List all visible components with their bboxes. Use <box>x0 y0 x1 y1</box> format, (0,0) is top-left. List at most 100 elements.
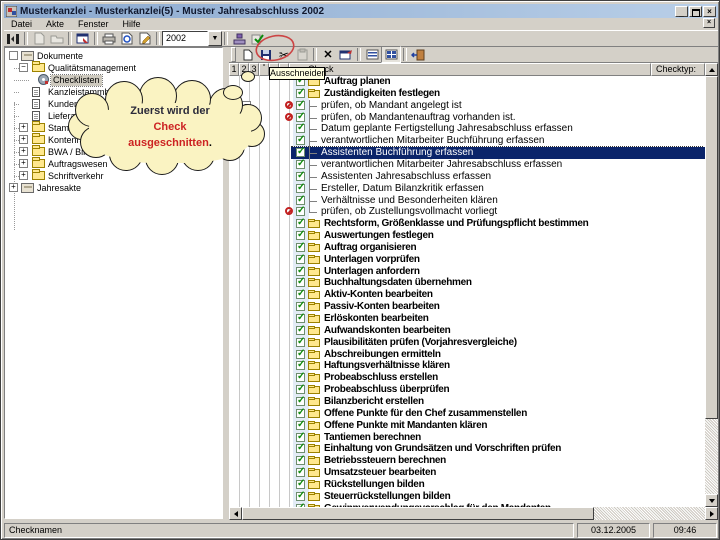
tree-item-label[interactable]: Checklisten <box>50 73 103 87</box>
checkbox-checked-icon[interactable] <box>296 134 305 146</box>
checkbox-checked-icon[interactable] <box>296 182 305 194</box>
tree-item-label[interactable]: Dokumente <box>35 51 85 62</box>
view-list-icon[interactable] <box>363 47 381 62</box>
checklist-row-label[interactable]: Einhaltung von Grundsätzen und Vorschrif… <box>324 443 561 455</box>
tree-item-label[interactable]: Jahresakte <box>35 183 83 194</box>
scroll-up-icon[interactable] <box>705 63 718 76</box>
checkbox-checked-icon[interactable] <box>296 217 305 229</box>
delete-x-icon[interactable]: ✕ <box>319 47 337 62</box>
tree-item-label[interactable]: Qualitätsmanagement <box>46 63 138 74</box>
checkbox-checked-icon[interactable] <box>296 265 305 277</box>
checklist-row-label[interactable]: Umsatzsteuer bearbeiten <box>324 467 436 479</box>
apply-check-icon[interactable] <box>248 31 266 46</box>
checkbox-checked-icon[interactable] <box>296 276 305 288</box>
cut-icon[interactable]: ✂ <box>275 47 293 62</box>
checklist-row-label[interactable]: Zuständigkeiten festlegen <box>324 88 440 100</box>
window-export-icon[interactable] <box>337 47 355 62</box>
checkbox-checked-icon[interactable] <box>296 454 305 466</box>
checkbox-checked-icon[interactable] <box>296 170 305 182</box>
checkbox-checked-icon[interactable] <box>296 466 305 478</box>
column-header-1[interactable]: 1 <box>229 63 239 76</box>
checkbox-checked-icon[interactable] <box>296 419 305 431</box>
checklist-row-label[interactable]: Auftrag planen <box>324 76 391 88</box>
checklist-row-label[interactable]: Abschreibungen ermitteln <box>324 349 441 361</box>
checklist-row-label[interactable]: Steuerrückstellungen bilden <box>324 491 451 503</box>
checklist-row-label[interactable]: prüfen, ob Mandantenauftrag vorhanden is… <box>321 112 516 124</box>
checkbox-checked-icon[interactable] <box>296 288 305 300</box>
plus-expander-icon[interactable]: + <box>19 159 28 168</box>
scroll-left-icon[interactable] <box>229 507 242 520</box>
checklist-row-label[interactable]: Probeabschluss erstellen <box>324 372 438 384</box>
checklist-row-label[interactable]: Assistenten Jahresabschluss erfassen <box>321 171 491 183</box>
checklist-row-label[interactable]: prüfen, ob Zustellungsvollmacht vorliegt <box>321 206 497 218</box>
column-header-°[interactable]: ° <box>259 63 269 76</box>
exit-door-icon[interactable] <box>409 47 427 62</box>
checklist-row-label[interactable]: Tantiemen berechnen <box>324 432 421 444</box>
checklist-row-label[interactable]: Plausibilitäten prüfen (Vorjahresverglei… <box>324 337 517 349</box>
checkbox-checked-icon[interactable] <box>296 122 305 134</box>
checklist-row-label[interactable]: Erlöskonten bearbeiten <box>324 313 429 325</box>
checkbox-checked-icon[interactable] <box>296 383 305 395</box>
checkbox-checked-icon[interactable] <box>296 395 305 407</box>
checklist-row-label[interactable]: Probeabschluss überprüfen <box>324 384 450 396</box>
minimize-button[interactable]: _ <box>675 5 688 18</box>
column-header-checktyp[interactable]: Checktyp: <box>651 63 705 76</box>
scroll-down-icon[interactable] <box>705 494 718 507</box>
checkbox-checked-icon[interactable] <box>296 348 305 360</box>
checkbox-checked-icon[interactable] <box>296 336 305 348</box>
checkbox-checked-icon[interactable] <box>296 359 305 371</box>
checkbox-checked-icon[interactable] <box>296 324 305 336</box>
year-select[interactable]: 2002 ▼ <box>162 31 222 46</box>
checklist-row-label[interactable]: Passiv-Konten bearbeiten <box>324 301 440 313</box>
checkbox-checked-icon[interactable] <box>296 158 305 170</box>
new-document-icon[interactable] <box>30 31 48 46</box>
plus-expander-icon[interactable]: + <box>19 171 28 180</box>
checklist-row-label[interactable]: Haftungsverhältnisse klären <box>324 360 450 372</box>
stamp-icon[interactable] <box>230 31 248 46</box>
checkbox-checked-icon[interactable] <box>296 312 305 324</box>
scrollbar-thumb[interactable] <box>705 76 718 419</box>
save-icon[interactable] <box>257 47 275 62</box>
checkbox-checked-icon[interactable] <box>296 111 305 123</box>
checklist-row-label[interactable]: Auswertungen festlegen <box>324 230 434 242</box>
box-expander-icon[interactable] <box>9 51 18 60</box>
minus-expander-icon[interactable]: − <box>19 63 28 72</box>
scroll-right-icon[interactable] <box>705 507 718 520</box>
checklist-row-label[interactable]: Unterlagen anfordern <box>324 266 420 278</box>
checklist-row-label[interactable]: Auftrag organisieren <box>324 242 417 254</box>
plus-expander-icon[interactable]: + <box>19 123 28 132</box>
checklist-row-label[interactable]: Ersteller, Datum Bilanzkritik erfassen <box>321 183 484 195</box>
checklist-row-label[interactable]: prüfen, ob Mandant angelegt ist <box>321 100 462 112</box>
checklist-row-label[interactable]: Aktiv-Konten bearbeiten <box>324 289 433 301</box>
checkbox-checked-icon[interactable] <box>296 371 305 383</box>
toolbar-drag-handle[interactable] <box>231 47 236 62</box>
checkbox-checked-icon[interactable] <box>296 205 305 217</box>
open-folder-icon[interactable] <box>48 31 66 46</box>
checklist-row-label[interactable]: Betriebssteuern berechnen <box>324 455 446 467</box>
plus-expander-icon[interactable]: + <box>19 135 28 144</box>
tree-item-jahresakte[interactable]: + Jahresakte <box>5 182 222 194</box>
paste-icon[interactable] <box>293 47 311 62</box>
restore-button[interactable] <box>689 5 702 17</box>
checklist-row-label[interactable]: Offene Punkte mit Mandanten klären <box>324 420 487 432</box>
panels-icon[interactable] <box>4 31 22 46</box>
checklist-row-label[interactable]: Rückstellungen bilden <box>324 479 425 491</box>
client-window-icon[interactable] <box>74 31 92 46</box>
new-page-icon[interactable] <box>239 47 257 62</box>
checkbox-checked-icon[interactable] <box>296 99 305 111</box>
plus-expander-icon[interactable]: + <box>9 183 18 192</box>
edit-document-icon[interactable] <box>136 31 154 46</box>
menu-item-datei[interactable]: Datei <box>4 19 39 29</box>
checklist-row-label[interactable]: verantwortlichen Mitarbeiter Jahresabsch… <box>321 159 562 171</box>
plus-expander-icon[interactable]: + <box>19 147 28 156</box>
menu-item-akte[interactable]: Akte <box>39 19 71 29</box>
menu-item-fenster[interactable]: Fenster <box>71 19 116 29</box>
checklist-row-label[interactable]: Unterlagen vorprüfen <box>324 254 420 266</box>
column-header-check[interactable]: Check <box>289 63 651 76</box>
checklist-row-label[interactable]: Datum geplante Fertigstellung Jahresabsc… <box>321 123 573 135</box>
view-details-icon[interactable] <box>381 46 401 63</box>
year-value[interactable]: 2002 <box>162 31 208 46</box>
menu-item-hilfe[interactable]: Hilfe <box>116 19 148 29</box>
print-icon[interactable] <box>100 31 118 46</box>
checkbox-checked-icon[interactable] <box>296 300 305 312</box>
